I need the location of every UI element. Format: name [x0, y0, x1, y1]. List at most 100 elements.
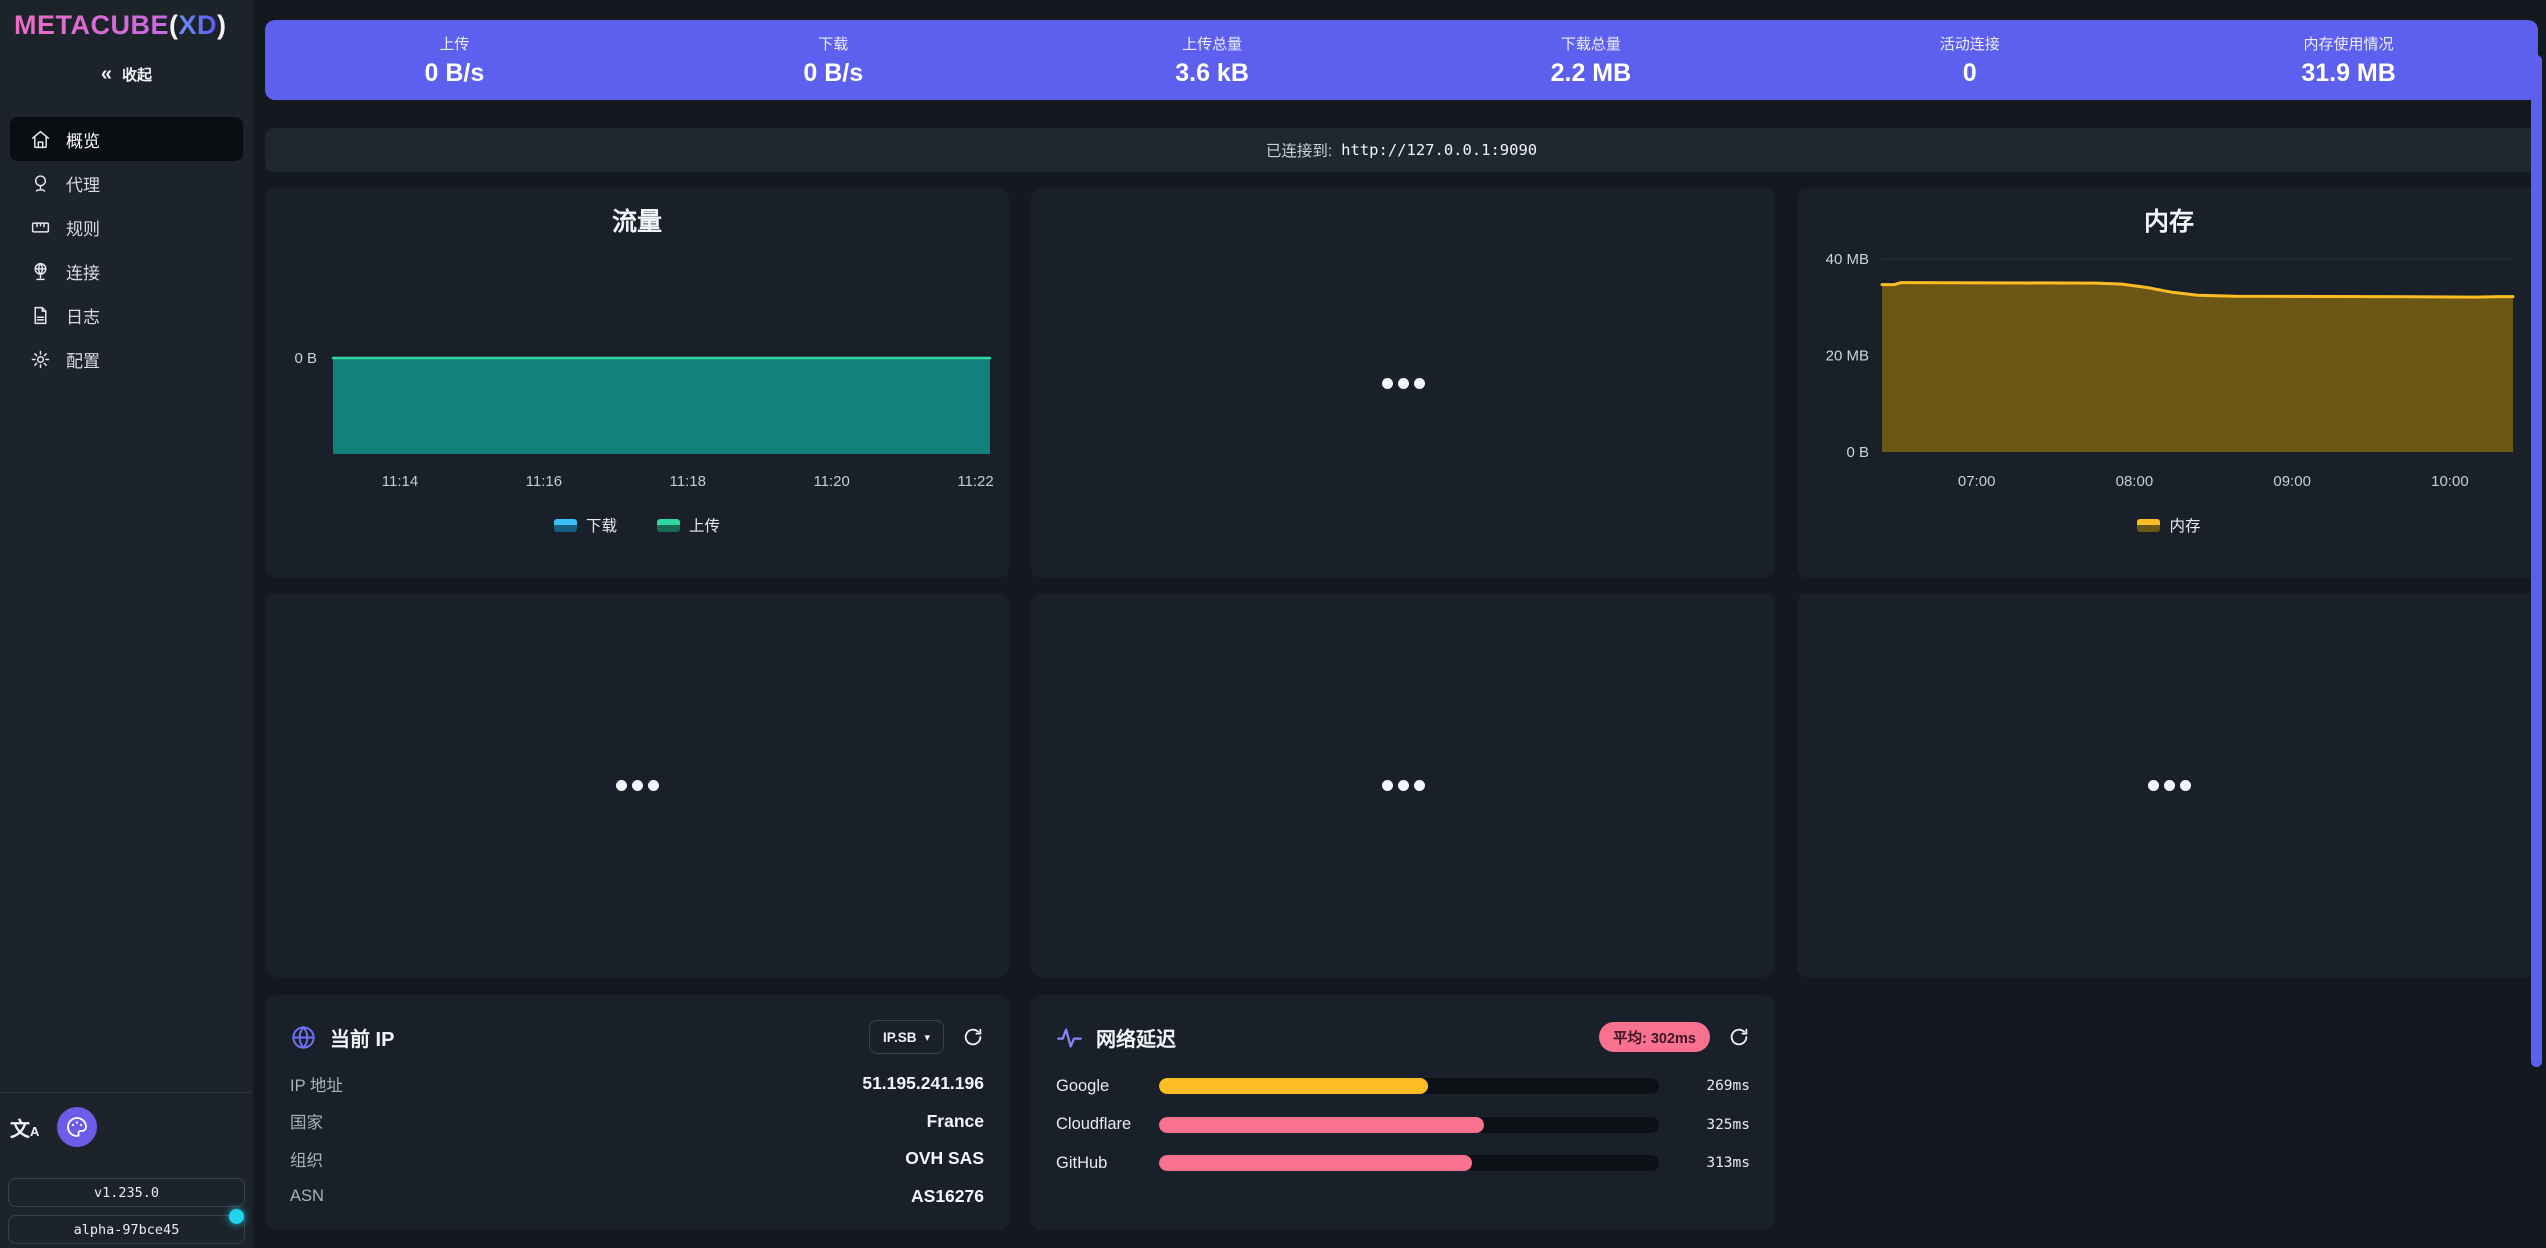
connected-to-label: 已连接到: [1266, 139, 1332, 161]
proxy-globe-icon [30, 173, 51, 194]
ip-row-asn: ASNAS16276 [290, 1178, 984, 1216]
collapse-label: 收起 [122, 64, 152, 85]
loading-card [265, 593, 1009, 977]
logo-paren-close: ) [217, 10, 227, 40]
svg-text:11:20: 11:20 [813, 473, 849, 490]
svg-text:08:00: 08:00 [2116, 473, 2154, 490]
legend-item-download[interactable]: 下载 [554, 514, 617, 536]
svg-text:07:00: 07:00 [1958, 473, 1996, 490]
sidebar-item-proxies[interactable]: 代理 [10, 161, 243, 205]
language-switch-button[interactable]: 文A [10, 1113, 39, 1142]
sidebar-item-rules[interactable]: 规则 [10, 205, 243, 249]
ip-row-organization: 组织OVH SAS [290, 1140, 984, 1178]
sidebar-item-label: 日志 [66, 303, 100, 328]
sidebar-item-connections[interactable]: 连接 [10, 249, 243, 293]
latency-bar-track [1159, 1117, 1659, 1133]
sidebar-item-logs[interactable]: 日志 [10, 293, 243, 337]
logo-brand: METACUBE [14, 10, 169, 40]
average-latency-badge: 平均: 302ms [1599, 1022, 1710, 1052]
latency-bar-fill [1159, 1155, 1472, 1171]
loading-dots [265, 593, 1009, 977]
sidebar-item-label: 概览 [66, 127, 100, 152]
svg-text:0 B: 0 B [1846, 444, 1869, 461]
latency-row-google: Google 269ms [1056, 1067, 1750, 1106]
ip-source-select[interactable]: IP.SB▾ [869, 1020, 944, 1054]
loading-dots [1031, 593, 1775, 977]
svg-text:20 MB: 20 MB [1826, 348, 1869, 365]
memory-legend-swatch [2137, 519, 2160, 532]
loading-card [1797, 593, 2541, 977]
svg-text:10:00: 10:00 [2431, 473, 2469, 490]
update-available-dot [229, 1209, 244, 1224]
chevron-double-left-icon: « [101, 64, 112, 84]
stat-download-total: 下载总量2.2 MB [1401, 20, 1780, 100]
sidebar: METACUBE(XD) « 收起 概览 代理 规则 连接 [0, 0, 253, 1248]
ui-build-button[interactable]: alpha-97bce45 [8, 1215, 245, 1244]
sidebar-item-label: 配置 [66, 347, 100, 372]
metacubexd-dashboard: METACUBE(XD) « 收起 概览 代理 规则 连接 [0, 0, 2546, 1248]
network-latency-card: 网络延迟 平均: 302ms Google 269ms Cloudflare 3… [1031, 995, 1775, 1230]
theme-picker-button[interactable] [57, 1107, 97, 1147]
latency-bar-fill [1159, 1117, 1484, 1133]
backend-url: http://127.0.0.1:9090 [1341, 141, 1537, 159]
svg-text:11:16: 11:16 [526, 473, 562, 490]
latency-bar-track [1159, 1078, 1659, 1094]
ip-info-list: IP 地址51.195.241.196 国家France 组织OVH SAS A… [290, 1065, 984, 1215]
svg-text:40 MB: 40 MB [1826, 251, 1869, 268]
sidebar-item-label: 代理 [66, 171, 100, 196]
ip-row-country: 国家France [290, 1103, 984, 1141]
upload-legend-swatch [657, 519, 680, 532]
refresh-icon [962, 1026, 984, 1048]
gear-icon [30, 349, 51, 370]
document-icon [30, 305, 51, 326]
chevron-down-icon: ▾ [924, 1031, 930, 1044]
globe-stand-icon [30, 261, 51, 282]
loading-dots [1797, 593, 2541, 977]
latency-card-title: 网络延迟 [1096, 1023, 1176, 1052]
ip-refresh-button[interactable] [962, 1026, 984, 1048]
current-ip-card: 当前 IP IP.SB▾ IP 地址51.195.241.196 国家Franc… [265, 995, 1009, 1230]
pulse-icon [1056, 1024, 1083, 1051]
latency-refresh-button[interactable] [1728, 1026, 1750, 1048]
svg-text:11:22: 11:22 [957, 473, 993, 490]
sidebar-item-label: 规则 [66, 215, 100, 240]
legend-item-memory[interactable]: 内存 [2137, 514, 2200, 536]
stat-upload-total: 上传总量3.6 kB [1023, 20, 1402, 100]
loading-card [1031, 188, 1775, 578]
memory-chart-card: 内存 40 MB20 MB0 B07:0008:0009:0010:00 内存 [1797, 188, 2541, 578]
stat-memory-usage: 内存使用情况31.9 MB [2159, 20, 2538, 100]
ip-card-title: 当前 IP [330, 1023, 394, 1052]
sidebar-item-config[interactable]: 配置 [10, 337, 243, 381]
vertical-scrollbar-thumb[interactable] [2531, 55, 2542, 1067]
app-logo: METACUBE(XD) [14, 10, 227, 41]
latency-bar-fill [1159, 1078, 1428, 1094]
refresh-icon [1728, 1026, 1750, 1048]
svg-text:11:14: 11:14 [382, 473, 418, 490]
latency-bar-track [1159, 1155, 1659, 1171]
logo-xd: XD [179, 10, 218, 40]
core-version-button[interactable]: v1.235.0 [8, 1178, 245, 1207]
ruler-icon [30, 217, 51, 238]
translate-icon: 文A [10, 1119, 39, 1141]
sidebar-nav: 概览 代理 规则 连接 日志 配置 [10, 117, 243, 381]
stat-upload-speed: 上传0 B/s [265, 20, 644, 100]
logo-paren-open: ( [169, 10, 179, 40]
latency-row-github: GitHub 313ms [1056, 1144, 1750, 1183]
loading-card [1031, 593, 1775, 977]
stat-active-connections: 活动连接0 [1780, 20, 2159, 100]
collapse-sidebar-button[interactable]: « 收起 [0, 56, 253, 92]
loading-dots [1031, 188, 1775, 578]
sidebar-footer: 文A v1.235.0 alpha-97bce45 [0, 1092, 253, 1248]
latency-list: Google 269ms Cloudflare 325ms GitHub 313… [1056, 1067, 1750, 1183]
legend-item-upload[interactable]: 上传 [657, 514, 720, 536]
svg-text:11:18: 11:18 [670, 473, 706, 490]
home-icon [30, 129, 51, 150]
palette-icon [65, 1115, 89, 1139]
memory-chart-legend: 内存 [1797, 514, 2541, 536]
traffic-chart-card: 流量 0 B11:1411:1611:1811:2011:22 下载 上传 [265, 188, 1009, 578]
svg-text:0 B: 0 B [294, 350, 317, 367]
sidebar-item-overview[interactable]: 概览 [10, 117, 243, 161]
stats-bar: 上传0 B/s 下载0 B/s 上传总量3.6 kB 下载总量2.2 MB 活动… [265, 20, 2538, 100]
stat-download-speed: 下载0 B/s [644, 20, 1023, 100]
globe-icon [290, 1024, 317, 1051]
